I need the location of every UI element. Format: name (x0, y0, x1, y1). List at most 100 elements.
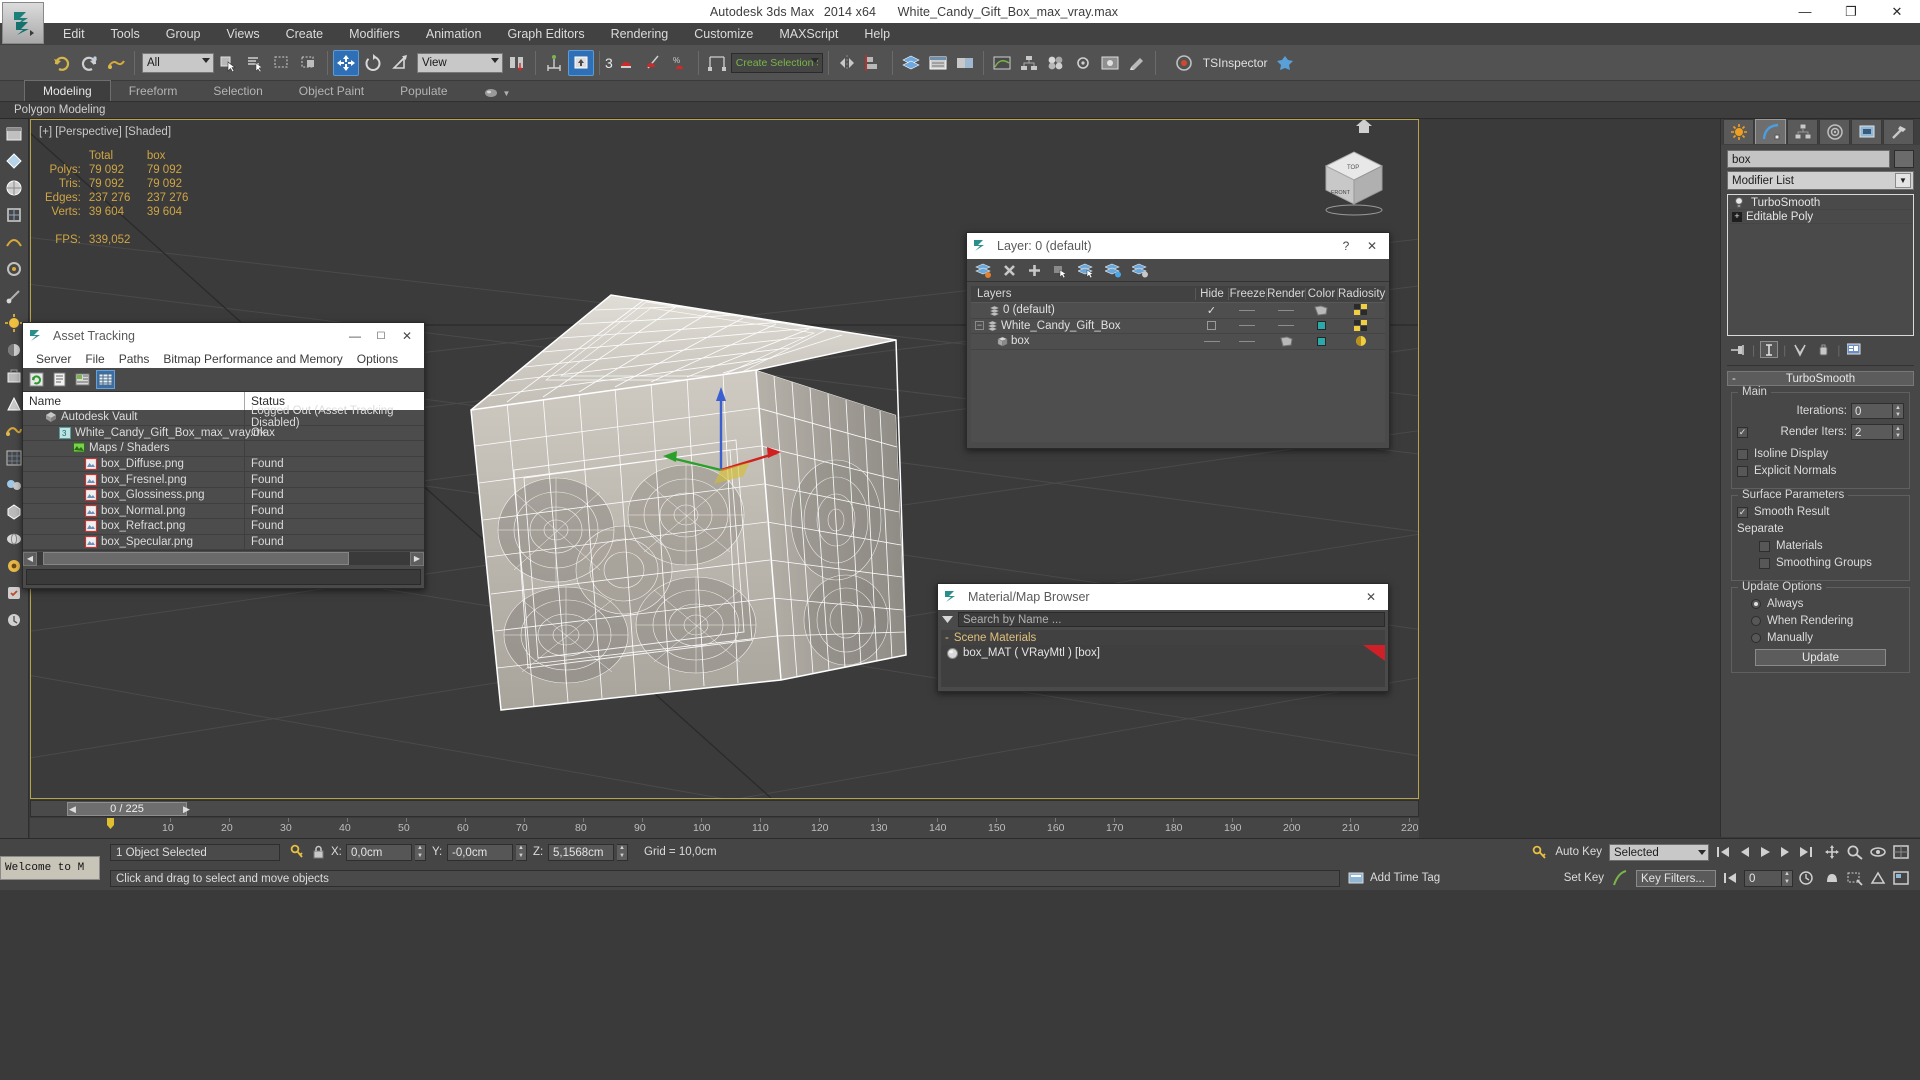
select-by-name-button[interactable] (242, 50, 268, 76)
skip-to-end-icon[interactable] (1797, 844, 1815, 860)
update-manually-radio[interactable] (1751, 633, 1761, 643)
menu-item-rendering[interactable]: Rendering (598, 23, 682, 45)
tool-icon-6[interactable] (2, 256, 27, 281)
ribbon-tab-freeform[interactable]: Freeform (111, 81, 196, 101)
layer-hide-cell[interactable] (1195, 334, 1228, 349)
scene-materials-group[interactable]: - Scene Materials (941, 630, 1385, 645)
skip-to-start-icon[interactable] (1715, 844, 1733, 860)
table-row[interactable]: box_Fresnel.png Found (23, 472, 424, 488)
select-object-button[interactable] (215, 50, 241, 76)
rectangular-selection-region-button[interactable] (269, 50, 295, 76)
object-name-field[interactable]: box (1727, 150, 1890, 168)
at-menu-options[interactable]: Options (350, 352, 405, 366)
ribbon-tab-selection[interactable]: Selection (195, 81, 280, 101)
update-manually-row[interactable]: Manually (1737, 632, 1904, 644)
chevron-down-icon[interactable] (941, 614, 954, 625)
paths-view-button[interactable] (73, 370, 92, 389)
modifier-stack[interactable]: TurboSmooth + Editable Poly (1727, 194, 1914, 336)
layer-freeze-cell[interactable] (1228, 319, 1266, 334)
angle-snap-toggle-button[interactable] (613, 50, 639, 76)
at-menu-file[interactable]: File (78, 352, 111, 366)
object-color-swatch[interactable] (1894, 150, 1914, 168)
separate-smoothing-groups-checkbox[interactable] (1759, 557, 1770, 569)
previous-frame-icon[interactable] (1737, 844, 1753, 860)
plus-box-icon[interactable]: + (1732, 211, 1742, 222)
layer-dialog[interactable]: Layer: 0 (default) ? ✕ Layers Hide Freez… (966, 232, 1390, 449)
scroll-right-arrow[interactable]: ▶ (410, 551, 424, 566)
key-mode-combo[interactable]: Selected (1609, 843, 1709, 861)
coord-z-stepper[interactable]: ▲ ▼ (617, 843, 628, 861)
maximize-button[interactable]: ❐ (1828, 0, 1874, 23)
tool-icon-3[interactable] (2, 175, 27, 200)
named-selection-set-combo[interactable]: Create Selection Set (730, 52, 823, 73)
iterations-spinner[interactable]: 0 ▲ ▼ (1851, 403, 1904, 419)
column-header-color[interactable]: Color (1305, 288, 1337, 300)
material-item[interactable]: box_MAT ( VRayMtl ) [box] (941, 645, 1385, 661)
at-menu-bitmap-performance[interactable]: Bitmap Performance and Memory (156, 352, 349, 366)
material-browser-tree[interactable]: - Scene Materials box_MAT ( VRayMtl ) [b… (938, 628, 1388, 691)
coord-y-stepper[interactable]: ▲ ▼ (516, 843, 527, 861)
render-iters-checkbox[interactable]: ✓ (1737, 426, 1748, 438)
orbit-view-icon[interactable] (1869, 844, 1887, 860)
next-frame-icon[interactable] (1777, 844, 1793, 860)
modifier-stack-item[interactable]: + Editable Poly (1729, 210, 1912, 224)
ribbon-tab-populate[interactable]: Populate (382, 81, 465, 101)
column-header-radiosity[interactable]: Radiosity (1337, 288, 1385, 300)
track-bar[interactable]: 10 20 30 40 50 60 70 80 90 100 110 120 130 140 150 160 1… (30, 818, 1419, 838)
layer-color-swatch[interactable] (1316, 321, 1326, 331)
tool-icon-5[interactable] (2, 229, 27, 254)
asset-tracking-close-button[interactable]: ✕ (394, 329, 420, 343)
smooth-result-checkbox[interactable]: ✓ (1737, 506, 1748, 518)
percent-snap-toggle-button[interactable] (640, 50, 666, 76)
layer-render-cell[interactable] (1266, 334, 1305, 349)
menu-item-customize[interactable]: Customize (681, 23, 766, 45)
asset-tracking-list[interactable]: Autodesk Vault Logged Out (Asset Trackin… (23, 405, 424, 551)
time-slider-handle[interactable]: 0 / 225 (67, 802, 187, 816)
render-setup-button[interactable] (1070, 50, 1096, 76)
key-icon[interactable] (290, 844, 304, 860)
zoom-view-icon[interactable] (1846, 844, 1864, 860)
key-filters-icon[interactable] (1612, 869, 1628, 887)
tab-motion[interactable] (1819, 119, 1850, 144)
tool-icon-4[interactable] (2, 202, 27, 227)
pan-view-icon[interactable] (1823, 844, 1841, 860)
update-when-rendering-radio[interactable] (1751, 616, 1761, 626)
welcome-window-button[interactable]: Welcome to M (0, 856, 100, 880)
ribbon-options-button[interactable]: ▼ (484, 87, 510, 101)
material-editor-button[interactable] (1043, 50, 1069, 76)
play-animation-icon[interactable] (1757, 844, 1773, 860)
table-view-button[interactable] (96, 370, 115, 389)
table-row[interactable]: Maps / Shaders (23, 441, 424, 457)
layer-dialog-close-button[interactable]: ✕ (1359, 239, 1385, 253)
add-time-tag-label[interactable]: Add Time Tag (1370, 872, 1440, 884)
menu-item-group[interactable]: Group (153, 23, 214, 45)
next-frame-button[interactable]: ▶ (183, 804, 190, 815)
selection-filter-combo[interactable]: All (142, 52, 214, 73)
coord-z-value[interactable]: 5,1568cm (548, 843, 614, 861)
table-row[interactable]: Autodesk Vault Logged Out (Asset Trackin… (23, 405, 424, 429)
menu-item-maxscript[interactable]: MAXScript (766, 23, 851, 45)
group-expander[interactable]: - (945, 632, 949, 644)
layer-freeze-cell[interactable] (1228, 303, 1266, 318)
set-key-label[interactable]: Set Key (1564, 872, 1604, 884)
key-toggle-icon[interactable] (1532, 844, 1548, 860)
use-pivot-point-center-button[interactable] (504, 50, 530, 76)
zoom-region-icon[interactable] (1846, 870, 1864, 886)
layer-color-cell[interactable] (1305, 319, 1337, 334)
column-header-name[interactable]: Name (23, 392, 245, 410)
gift-box-model[interactable] (396, 240, 956, 760)
scene-explorer-button[interactable] (925, 50, 951, 76)
layer-radiosity-cell[interactable] (1337, 319, 1385, 334)
tool-icon-1[interactable] (2, 121, 27, 146)
key-filters-button[interactable]: Key Filters... (1636, 869, 1716, 887)
material-browser-titlebar[interactable]: Material/Map Browser ✕ (938, 584, 1388, 610)
layer-color-swatch[interactable] (1316, 336, 1326, 346)
ribbon-tab-object-paint[interactable]: Object Paint (281, 81, 382, 101)
select-layer-icon[interactable] (1078, 263, 1095, 278)
layer-manager-button[interactable] (898, 50, 924, 76)
update-button[interactable]: Update (1755, 649, 1886, 666)
render-iters-stepper[interactable]: ▲ ▼ (1893, 424, 1904, 440)
iterations-stepper[interactable]: ▲ ▼ (1893, 403, 1904, 419)
menu-item-views[interactable]: Views (213, 23, 272, 45)
scrollbar-thumb[interactable] (43, 552, 349, 566)
